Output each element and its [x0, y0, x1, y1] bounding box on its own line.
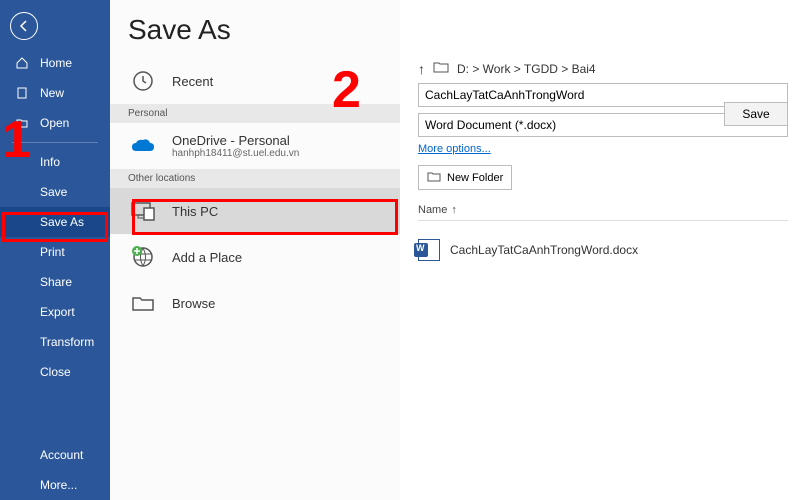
- sidebar-item-save-as[interactable]: Save As: [0, 207, 110, 237]
- location-onedrive[interactable]: OneDrive - Personalhanhph18411@st.uel.ed…: [110, 123, 400, 169]
- sidebar-label: Transform: [40, 335, 94, 349]
- sidebar-label: New: [40, 86, 64, 100]
- sidebar-item-transform[interactable]: Transform: [0, 327, 110, 357]
- location-browse[interactable]: Browse: [110, 280, 400, 326]
- back-button[interactable]: [10, 12, 38, 40]
- sidebar-label: Info: [40, 155, 60, 169]
- location-label: Recent: [172, 74, 213, 89]
- save-details-panel: ↑ D: > Work > TGDD > Bai4 Save More opti…: [400, 0, 800, 500]
- onedrive-icon: [128, 131, 158, 161]
- browse-icon: [128, 288, 158, 318]
- sidebar-item-export[interactable]: Export: [0, 297, 110, 327]
- open-icon: [14, 115, 30, 131]
- sidebar-label: Home: [40, 56, 72, 70]
- pc-icon: [128, 196, 158, 226]
- sidebar-label: Account: [40, 448, 83, 462]
- arrow-left-icon: [17, 19, 31, 33]
- sidebar-item-home[interactable]: Home: [0, 48, 110, 78]
- breadcrumb-path[interactable]: D: > Work > TGDD > Bai4: [457, 62, 596, 76]
- backstage-sidebar: Home New Open Info Save Save As Print Sh…: [0, 0, 110, 500]
- up-arrow-icon[interactable]: ↑: [418, 61, 425, 77]
- recent-icon: [128, 66, 158, 96]
- home-icon: [14, 55, 30, 71]
- page-title: Save As: [110, 0, 400, 58]
- locations-panel: Save As Recent Personal OneDrive - Perso…: [110, 0, 400, 500]
- sidebar-divider: [12, 142, 98, 143]
- sidebar-label: Save As: [40, 215, 84, 229]
- save-button[interactable]: Save: [724, 102, 788, 126]
- sidebar-label: Close: [40, 365, 71, 379]
- location-this-pc[interactable]: This PC: [110, 188, 400, 234]
- sidebar-item-more[interactable]: More...: [0, 470, 110, 500]
- more-options-link[interactable]: More options...: [418, 143, 788, 155]
- sidebar-label: Open: [40, 116, 69, 130]
- locations-header-personal: Personal: [110, 104, 400, 123]
- location-recent[interactable]: Recent: [110, 58, 400, 104]
- sidebar-item-new[interactable]: New: [0, 78, 110, 108]
- file-name: CachLayTatCaAnhTrongWord.docx: [450, 243, 638, 257]
- new-icon: [14, 85, 30, 101]
- breadcrumb-row[interactable]: ↑ D: > Work > TGDD > Bai4: [418, 60, 788, 77]
- new-folder-button[interactable]: New Folder: [418, 165, 512, 190]
- sidebar-label: Export: [40, 305, 75, 319]
- location-label: Browse: [172, 296, 215, 311]
- location-label: This PC: [172, 204, 218, 219]
- divider: [418, 220, 788, 221]
- sidebar-item-close[interactable]: Close: [0, 357, 110, 387]
- sidebar-item-open[interactable]: Open: [0, 108, 110, 138]
- sidebar-label: Share: [40, 275, 72, 289]
- add-place-icon: [128, 242, 158, 272]
- file-list-item[interactable]: CachLayTatCaAnhTrongWord.docx: [418, 239, 788, 261]
- location-label: Add a Place: [172, 250, 242, 265]
- sidebar-item-print[interactable]: Print: [0, 237, 110, 267]
- column-header-name[interactable]: Name↑: [418, 204, 788, 216]
- sidebar-label: Print: [40, 245, 65, 259]
- sidebar-label: Save: [40, 185, 67, 199]
- sidebar-item-info[interactable]: Info: [0, 147, 110, 177]
- location-add-place[interactable]: Add a Place: [110, 234, 400, 280]
- sidebar-item-share[interactable]: Share: [0, 267, 110, 297]
- folder-icon: [433, 60, 449, 77]
- locations-header-other: Other locations: [110, 169, 400, 188]
- sort-asc-icon: ↑: [451, 204, 457, 216]
- sidebar-label: More...: [40, 478, 77, 492]
- sidebar-item-account[interactable]: Account: [0, 440, 110, 470]
- location-label: OneDrive - Personalhanhph18411@st.uel.ed…: [172, 133, 299, 159]
- new-folder-icon: [427, 170, 441, 185]
- word-doc-icon: [418, 239, 440, 261]
- sidebar-item-save[interactable]: Save: [0, 177, 110, 207]
